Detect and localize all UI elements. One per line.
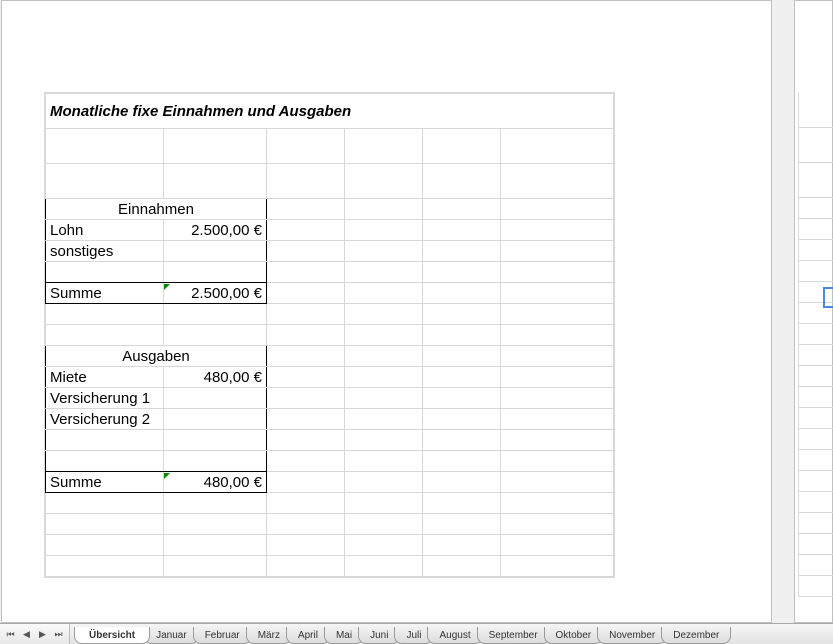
sheet-tabs: Übersicht Januar Februar März April Mai … <box>70 624 833 644</box>
einnahmen-header: Einnahmen <box>46 199 267 220</box>
formula-indicator-icon <box>164 284 170 290</box>
spreadsheet-canvas: Monatliche fixe Einnahmen und Ausgaben E… <box>0 0 833 623</box>
summe-label[interactable]: Summe <box>46 283 164 304</box>
row-label[interactable]: Lohn <box>46 220 164 241</box>
sheet-tab-januar[interactable]: Januar <box>144 627 199 644</box>
ausgaben-header: Ausgaben <box>46 346 267 367</box>
selection-cursor <box>823 287 833 308</box>
row-value[interactable]: 480,00 € <box>164 367 267 388</box>
next-page-grid <box>798 92 833 597</box>
spreadsheet-grid[interactable]: Monatliche fixe Einnahmen und Ausgaben E… <box>44 92 615 578</box>
nav-next-icon[interactable]: ▶ <box>36 628 49 641</box>
summe-value[interactable]: 2.500,00 € <box>164 283 267 304</box>
row-value[interactable] <box>164 388 267 409</box>
nav-first-icon[interactable]: ⏮ <box>4 628 17 641</box>
sheet-tab-august[interactable]: August <box>427 627 482 644</box>
row-value[interactable] <box>164 409 267 430</box>
row-label[interactable]: Versicherung 2 <box>46 409 164 430</box>
row-value[interactable]: 2.500,00 € <box>164 220 267 241</box>
sheet-tab-september[interactable]: September <box>477 627 550 644</box>
sheet-tab-dezember[interactable]: Dezember <box>661 627 731 644</box>
summe-value[interactable]: 480,00 € <box>164 472 267 493</box>
formula-indicator-icon <box>164 473 170 479</box>
nav-last-icon[interactable]: ⏭ <box>52 628 65 641</box>
row-label[interactable]: Versicherung 1 <box>46 388 164 409</box>
sheet-tab-februar[interactable]: Februar <box>193 627 252 644</box>
sheet-tab-november[interactable]: November <box>597 627 667 644</box>
next-page-area <box>794 0 833 623</box>
sheet-tab-bar: ⏮ ◀ ▶ ⏭ Übersicht Januar Februar März Ap… <box>0 623 833 644</box>
tab-nav-buttons: ⏮ ◀ ▶ ⏭ <box>0 624 70 644</box>
summe-label[interactable]: Summe <box>46 472 164 493</box>
nav-prev-icon[interactable]: ◀ <box>20 628 33 641</box>
sheet-tab-uebersicht[interactable]: Übersicht <box>74 627 150 644</box>
row-label[interactable]: sonstiges <box>46 241 164 262</box>
row-value[interactable] <box>164 241 267 262</box>
sheet-tab-oktober[interactable]: Oktober <box>544 627 604 644</box>
row-label[interactable]: Miete <box>46 367 164 388</box>
page-title: Monatliche fixe Einnahmen und Ausgaben <box>46 94 614 129</box>
page-area: Monatliche fixe Einnahmen und Ausgaben E… <box>1 0 772 623</box>
